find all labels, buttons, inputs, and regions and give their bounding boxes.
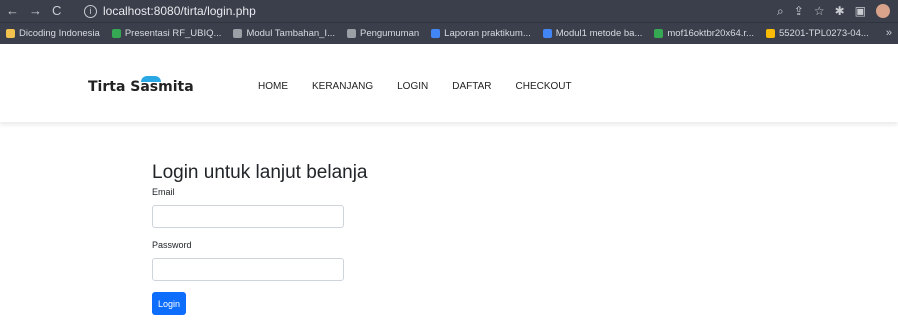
bookmark-label: Laporan praktikum... (444, 28, 531, 39)
bookmark-label: Modul Tambahan_I... (246, 28, 335, 39)
bookmark-item[interactable]: Pengumuman (347, 28, 419, 39)
bookmark-label: 55201-TPL0273-04... (778, 28, 869, 39)
email-field[interactable] (152, 205, 344, 228)
browser-actions: ⌕ ⇪ ☆ ✱ ▣ (777, 3, 890, 19)
bookmarks-bar: Dicoding Indonesia Presentasi RF_UBIQ...… (0, 22, 898, 44)
login-button[interactable]: Login (152, 292, 186, 315)
bookmark-item[interactable]: 55201-TPL0273-04... (765, 28, 869, 39)
bookmark-item[interactable]: Presentasi RF_UBIQ... (111, 28, 222, 39)
login-heading-wrap: Login untuk lanjut belanja (152, 162, 368, 184)
share-icon[interactable]: ⇪ (794, 3, 804, 19)
bookmark-item[interactable]: Modul1 metode ba... (542, 28, 643, 39)
main-menu: HOME KERANJANG LOGIN DAFTAR CHECKOUT (258, 81, 572, 92)
bookmark-icon (6, 29, 15, 38)
bookmark-item[interactable]: Laporan praktikum... (431, 28, 531, 39)
reload-icon[interactable]: C (52, 3, 61, 19)
email-label: Email (152, 187, 175, 197)
sidebar-icon[interactable]: ▣ (855, 3, 866, 19)
url-text[interactable]: localhost:8080/tirta/login.php (103, 4, 256, 18)
menu-login[interactable]: LOGIN (397, 81, 428, 92)
browser-toolbar: ← → C i localhost:8080/tirta/login.php ⌕… (0, 0, 898, 22)
bookmark-item[interactable]: mof16oktbr20x64.r... (654, 28, 754, 39)
menu-home[interactable]: HOME (258, 81, 288, 92)
star-icon[interactable]: ☆ (814, 3, 825, 19)
bookmark-icon (542, 29, 552, 38)
browser-nav: ← → C (6, 3, 61, 19)
bookmark-label: Dicoding Indonesia (19, 28, 100, 39)
brand-accent-icon (141, 76, 161, 82)
address-bar[interactable]: i localhost:8080/tirta/login.php (84, 3, 256, 19)
bookmark-label: mof16oktbr20x64.r... (667, 28, 754, 39)
bookmark-icon (111, 29, 121, 38)
login-title: Login untuk lanjut belanja (152, 162, 368, 183)
bookmark-icon (431, 29, 441, 38)
menu-checkout[interactable]: CHECKOUT (516, 81, 572, 92)
password-field[interactable] (152, 258, 344, 281)
bookmark-item[interactable]: Modul Tambahan_I... (233, 28, 335, 39)
bookmark-item[interactable]: Dicoding Indonesia (6, 28, 100, 39)
password-label: Password (152, 240, 192, 250)
menu-keranjang[interactable]: KERANJANG (312, 81, 373, 92)
bookmark-icon (347, 29, 356, 38)
bookmark-label: Presentasi RF_UBIQ... (124, 28, 222, 39)
extensions-icon[interactable]: ✱ (835, 3, 845, 19)
menu-daftar[interactable]: DAFTAR (452, 81, 491, 92)
forward-arrow-icon[interactable]: → (29, 3, 42, 19)
site-header: Tirta Sasmita HOME KERANJANG LOGIN DAFTA… (0, 44, 898, 122)
back-arrow-icon[interactable]: ← (6, 3, 19, 19)
bookmark-icon (654, 29, 664, 38)
info-icon[interactable]: i (84, 4, 97, 18)
bookmark-label: Modul1 metode ba... (555, 28, 643, 39)
avatar[interactable] (876, 4, 890, 18)
bookmark-icon (765, 29, 775, 38)
search-icon[interactable]: ⌕ (777, 3, 784, 19)
bookmarks-overflow-icon[interactable]: » (886, 27, 892, 39)
bookmark-icon (233, 29, 243, 38)
bookmark-label: Pengumuman (360, 28, 420, 39)
